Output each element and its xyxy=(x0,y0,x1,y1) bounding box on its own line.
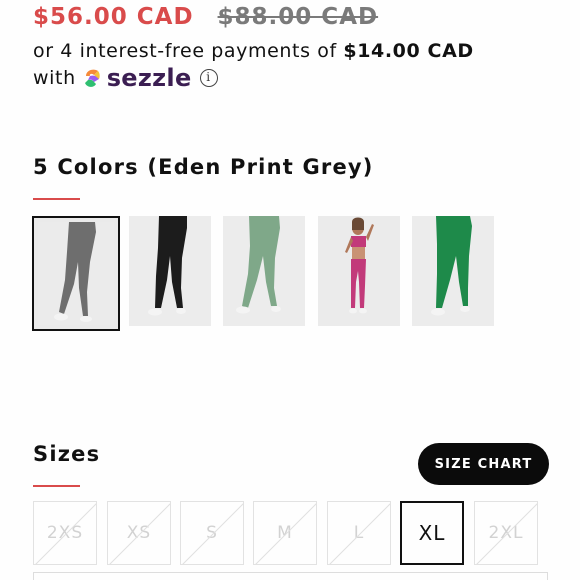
installment-provider-row: with sezzle i xyxy=(33,64,218,92)
size-option-xl[interactable]: XL xyxy=(400,501,464,565)
info-icon[interactable]: i xyxy=(199,69,218,87)
swatch-pink[interactable] xyxy=(318,216,400,326)
leggings-image xyxy=(129,216,211,326)
size-option-l[interactable]: L xyxy=(327,501,391,565)
size-chart-button[interactable]: SIZE CHART xyxy=(418,443,549,485)
sizes-underline xyxy=(33,485,80,487)
swatch-sage-green[interactable] xyxy=(223,216,305,326)
leggings-image xyxy=(223,216,305,326)
size-option-2xl[interactable]: 2XL xyxy=(474,501,538,565)
size-option-s[interactable]: S xyxy=(180,501,244,565)
size-option-2xs[interactable]: 2XS xyxy=(33,501,97,565)
leggings-image xyxy=(54,222,96,322)
sezzle-logo[interactable]: sezzle xyxy=(82,64,192,92)
colors-title: 5 Colors (Eden Print Grey) xyxy=(33,155,374,179)
color-swatches xyxy=(32,216,532,332)
size-option-xs[interactable]: XS xyxy=(107,501,171,565)
installment-with: with xyxy=(33,67,76,89)
swatch-eden-print-grey[interactable] xyxy=(32,216,120,331)
size-option-m[interactable]: M xyxy=(253,501,317,565)
unavailable-slash-icon xyxy=(476,503,537,564)
colors-underline xyxy=(33,198,80,200)
swatch-black[interactable] xyxy=(129,216,211,326)
unavailable-slash-icon xyxy=(255,503,316,564)
price-row: $56.00 CAD $88.00 CAD xyxy=(33,4,378,30)
sezzle-wordmark: sezzle xyxy=(106,64,192,92)
installment-text: or 4 interest-free payments of $14.00 CA… xyxy=(33,40,474,62)
size-label: XL xyxy=(418,521,446,545)
unavailable-slash-icon xyxy=(35,503,96,564)
unavailable-slash-icon xyxy=(182,503,243,564)
swatch-green[interactable] xyxy=(412,216,494,326)
original-price: $88.00 CAD xyxy=(217,4,379,30)
unavailable-slash-icon xyxy=(109,503,170,564)
installment-amount: $14.00 CAD xyxy=(343,40,474,62)
model-image xyxy=(318,216,400,326)
unavailable-slash-icon xyxy=(329,503,390,564)
sizes-title: Sizes xyxy=(33,442,101,466)
installment-prefix: or 4 interest-free payments of xyxy=(33,40,337,62)
sezzle-logo-icon xyxy=(84,69,100,87)
leggings-image xyxy=(412,216,494,326)
next-section-box xyxy=(33,572,548,580)
sale-price: $56.00 CAD xyxy=(33,4,194,30)
